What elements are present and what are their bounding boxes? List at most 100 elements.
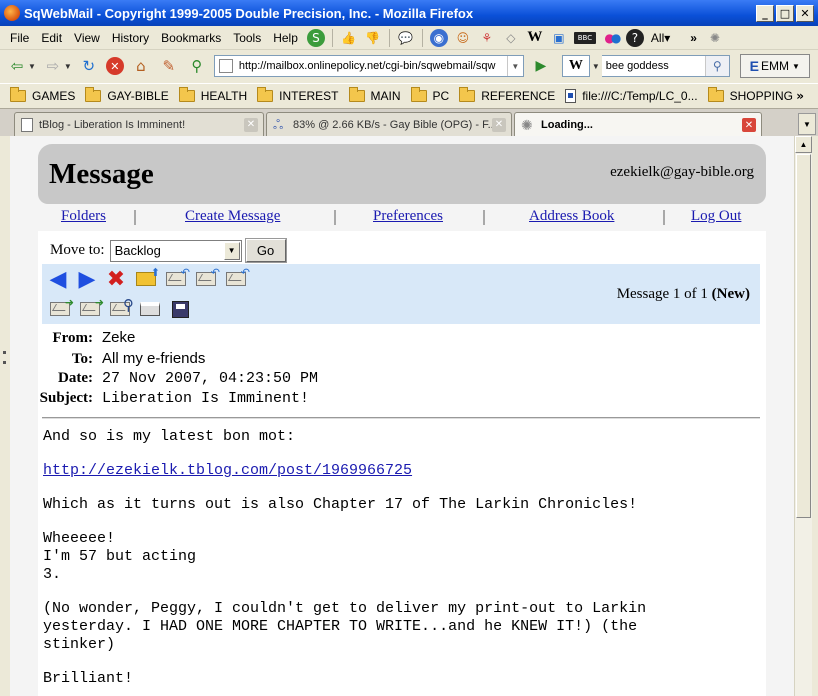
from-label: From: xyxy=(52,330,93,346)
previous-message-icon[interactable]: ◀ xyxy=(46,267,70,292)
bbc-icon[interactable]: BBC xyxy=(573,31,596,44)
thumbs-up-icon[interactable]: 👍 xyxy=(340,29,358,47)
tag-icon[interactable]: ◇ xyxy=(502,29,520,47)
reply-arrow-icon: ↶ xyxy=(210,266,220,279)
stop-icon[interactable]: ✕ xyxy=(105,57,124,75)
menu-view[interactable]: View xyxy=(68,31,106,45)
body-line-peggy: (No wonder, Peggy, I couldn't get to del… xyxy=(43,600,647,653)
reply-all-icon[interactable]: ↶ xyxy=(194,266,220,290)
forward-icon[interactable]: ➜ xyxy=(48,296,74,320)
url-dropdown[interactable]: ▼ xyxy=(506,56,523,76)
search-engine-selector[interactable]: W xyxy=(561,55,590,77)
vertical-scrollbar[interactable]: ▲ xyxy=(794,136,812,696)
info-icon[interactable]: ? xyxy=(625,28,644,47)
firefox-logo-icon xyxy=(4,5,20,21)
tab-list-dropdown[interactable]: ▼ xyxy=(798,113,816,135)
menu-file[interactable]: File xyxy=(4,31,35,45)
comment-bubble-icon[interactable]: 💬 xyxy=(397,29,415,47)
menu-overflow-icon[interactable]: » xyxy=(684,31,703,45)
search-engine-dropdown[interactable]: ▼ xyxy=(592,62,600,71)
forward-history-dropdown[interactable]: ▼ xyxy=(64,62,72,71)
bookmark-health[interactable]: HEALTH xyxy=(178,86,247,103)
bookmark-games[interactable]: GAMES xyxy=(10,86,75,103)
bookmark-file-link[interactable]: file:///C:/Temp/LC_0... xyxy=(565,88,698,103)
reload-icon[interactable]: ↻ xyxy=(78,55,100,77)
chevron-down-icon[interactable]: ▼ xyxy=(223,241,240,260)
move-to-select[interactable]: Backlog ▼ xyxy=(109,239,242,262)
search-box[interactable]: ⚲ xyxy=(601,55,730,77)
bookmark-gay-bible[interactable]: GAY-BIBLE xyxy=(85,86,169,103)
minimize-button[interactable]: _ xyxy=(756,4,774,22)
forward-attachment-icon[interactable]: ➜ xyxy=(78,296,104,320)
search-input[interactable] xyxy=(605,60,698,72)
blog-post-link[interactable]: http://ezekielk.tblog.com/post/196996672… xyxy=(43,462,412,479)
home-icon[interactable]: ⌂ xyxy=(130,55,152,77)
globe-icon[interactable]: ◉ xyxy=(429,28,448,47)
search-icon[interactable]: ⚲ xyxy=(704,56,729,76)
preferences-link[interactable]: Preferences xyxy=(373,208,443,225)
menu-edit[interactable]: Edit xyxy=(35,31,68,45)
url-bar[interactable]: http://mailbox.onlinepolicy.net/cgi-bin/… xyxy=(213,55,524,77)
folders-link[interactable]: Folders xyxy=(61,208,106,225)
maximize-button[interactable]: □ xyxy=(776,4,794,22)
scroll-up-icon[interactable]: ▲ xyxy=(795,136,812,153)
body-line-brilliant: Brilliant! xyxy=(43,670,134,687)
tab-loading[interactable]: ✺ Loading... ✕ xyxy=(514,112,762,137)
save-icon[interactable] xyxy=(168,298,192,320)
view-headers-icon[interactable]: ⚲ xyxy=(108,296,134,320)
go-button[interactable]: Go xyxy=(244,238,287,263)
scrollbar-thumb[interactable] xyxy=(796,154,811,518)
search-tool-icon[interactable]: ⚲ xyxy=(186,55,208,77)
bookmark-reference[interactable]: REFERENCE xyxy=(459,86,555,103)
from-row: From: Zeke xyxy=(38,329,135,349)
loading-spinner-icon: ✺ xyxy=(521,118,533,134)
move-to-form: Move to: Backlog ▼ Go xyxy=(50,238,287,263)
bookmark-main[interactable]: MAIN xyxy=(348,86,401,103)
thumbs-down-icon[interactable]: 👎 xyxy=(364,29,382,47)
to-label: To: xyxy=(71,351,93,367)
bookmark-shopping[interactable]: SHOPPING xyxy=(707,86,793,103)
reply-list-icon[interactable]: ↶ xyxy=(224,266,250,290)
all-dropdown[interactable]: All▾ xyxy=(651,31,670,45)
address-book-link[interactable]: Address Book xyxy=(529,208,614,225)
right-frame xyxy=(812,136,818,696)
subject-label: Subject: xyxy=(39,390,93,406)
tab-close-icon[interactable]: ✕ xyxy=(492,117,506,132)
folder-icon xyxy=(178,86,195,102)
log-out-link[interactable]: Log Out xyxy=(691,208,741,225)
go-arrow-button[interactable]: ▶ xyxy=(530,55,552,77)
bookmarks-overflow-icon[interactable]: » xyxy=(796,89,804,103)
menu-help[interactable]: Help xyxy=(267,31,304,45)
friends-icon[interactable]: ☺ xyxy=(454,29,472,47)
bookmark-pc[interactable]: PC xyxy=(410,86,449,103)
menu-history[interactable]: History xyxy=(106,31,155,45)
menu-tools[interactable]: Tools xyxy=(227,31,267,45)
reply-icon[interactable]: ↶ xyxy=(164,266,190,290)
create-message-link[interactable]: Create Message xyxy=(185,208,280,225)
move-to-folder-icon[interactable]: ⬆ xyxy=(134,266,160,290)
tab-tblog[interactable]: tBlog - Liberation Is Imminent! ✕ xyxy=(14,112,264,136)
bookmark-page-icon[interactable]: ✎ xyxy=(158,55,180,77)
header-divider xyxy=(42,417,760,419)
flickr-icon[interactable]: ● ● xyxy=(602,29,621,47)
screen-icon[interactable]: ▣ xyxy=(550,29,568,47)
menu-bookmarks[interactable]: Bookmarks xyxy=(155,31,227,45)
tab-close-icon[interactable]: ✕ xyxy=(244,117,258,132)
emm-button[interactable]: E EMM ▼ xyxy=(739,54,810,78)
tab-gay-bible[interactable]: ஃ 83% @ 2.66 KB/s - Gay Bible (OPG) - F.… xyxy=(266,112,512,136)
wikipedia-icon[interactable]: W xyxy=(526,29,544,47)
folder-icon xyxy=(85,86,102,102)
print-icon[interactable] xyxy=(138,298,162,320)
back-button[interactable]: ⇦ xyxy=(6,55,28,77)
stumbleupon-icon[interactable]: S xyxy=(306,28,325,47)
next-message-icon[interactable]: ▶ xyxy=(75,267,99,292)
delete-icon[interactable]: ✖ xyxy=(104,267,128,292)
close-window-button[interactable]: ✕ xyxy=(796,4,814,22)
network-icon[interactable]: ⚘ xyxy=(478,29,496,47)
forward-button[interactable]: ⇨ xyxy=(42,55,64,77)
from-value: Zeke xyxy=(102,329,136,346)
tab-close-icon[interactable]: ✕ xyxy=(742,118,756,132)
back-history-dropdown[interactable]: ▼ xyxy=(28,62,36,71)
bookmark-interest[interactable]: INTEREST xyxy=(257,86,339,103)
url-text[interactable]: http://mailbox.onlinepolicy.net/cgi-bin/… xyxy=(239,60,507,72)
